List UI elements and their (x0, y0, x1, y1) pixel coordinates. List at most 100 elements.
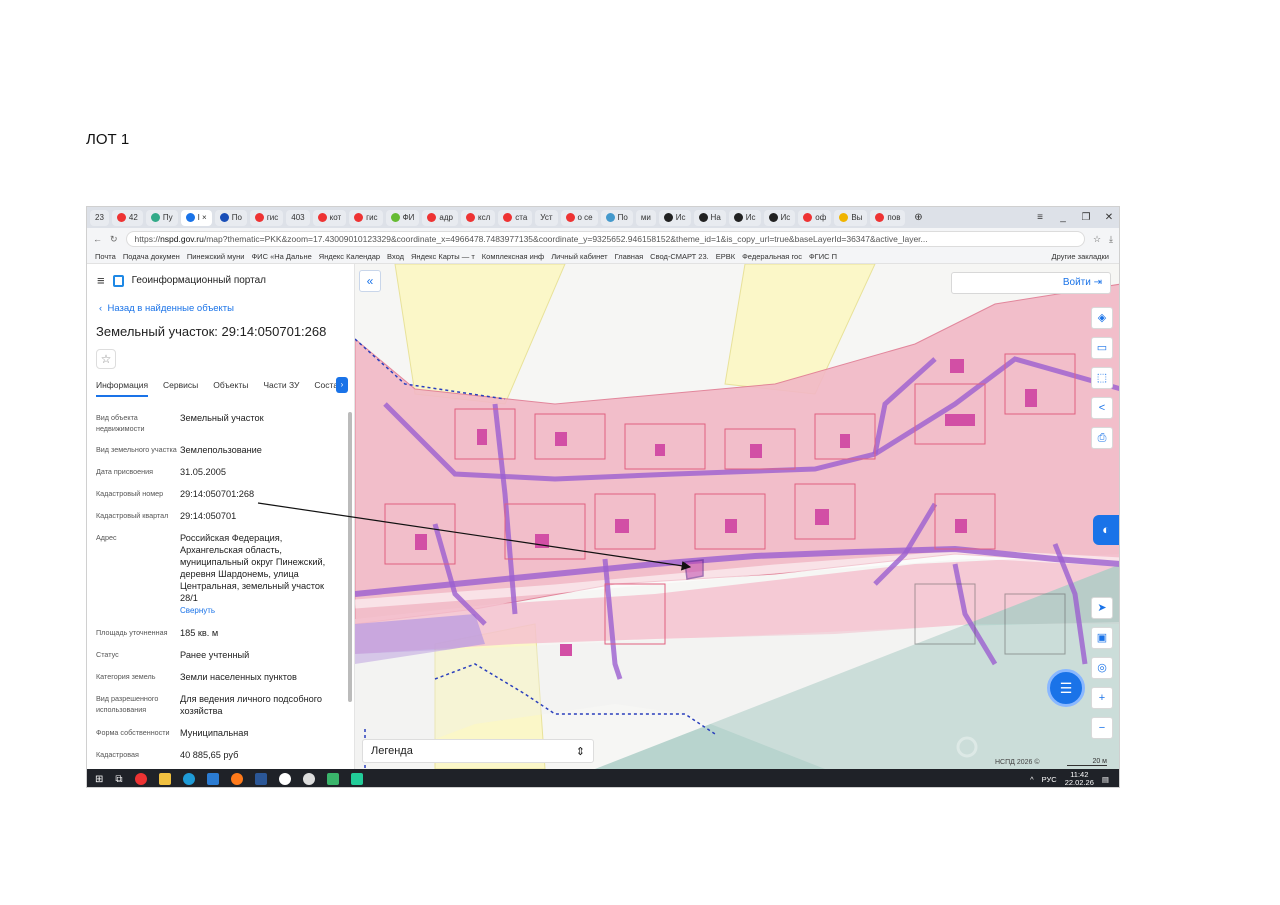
firefox-icon[interactable] (230, 773, 243, 785)
app-icon[interactable] (350, 773, 363, 785)
tab-objects[interactable]: Объекты (213, 380, 248, 397)
browser-tab[interactable]: гис (249, 209, 284, 226)
bookmark-item[interactable]: Личный кабинет (551, 252, 607, 261)
start-icon[interactable]: ⊞ (95, 774, 103, 785)
tab-info[interactable]: Информация (96, 380, 149, 397)
favicon-icon (465, 213, 475, 222)
browser-tab[interactable]: По (600, 209, 633, 226)
bookmark-item[interactable]: Свод-СМАРТ 23. (650, 252, 709, 261)
browser-tab[interactable]: о се (560, 209, 598, 226)
print-icon[interactable]: ⎙ (1091, 427, 1113, 449)
zoom-out-icon[interactable]: − (1091, 717, 1113, 739)
browser-tab[interactable]: гис (349, 209, 383, 226)
layers-icon[interactable]: ◈ (1091, 307, 1113, 329)
tab-parts[interactable]: Части ЗУ (263, 380, 299, 397)
reload-icon[interactable]: ↻ (110, 234, 118, 245)
bookmark-item[interactable]: Подача докумен (123, 252, 180, 261)
back-icon[interactable]: ← (93, 234, 102, 244)
edge-icon[interactable] (182, 773, 195, 785)
browser-tab[interactable]: Ис (728, 209, 761, 226)
selected-parcel-268[interactable] (684, 559, 704, 580)
bookmark-item[interactable]: ФИС «На Дальне (251, 252, 311, 261)
browser-tab[interactable]: ФИ (385, 209, 420, 226)
language-indicator[interactable]: РУС (1042, 775, 1057, 784)
bookmark-item[interactable]: Комплексная инф (482, 252, 544, 261)
share-icon[interactable]: < (1091, 397, 1113, 419)
tab-label: пов (887, 213, 901, 222)
browser-tab[interactable]: Ис (763, 209, 796, 226)
close-icon[interactable]: ✕ (1099, 212, 1119, 223)
assistant-badge-icon[interactable]: ◐ (1093, 515, 1119, 545)
favicon-icon (219, 213, 229, 222)
bookmark-item[interactable]: Яндекс Карты — т (411, 252, 475, 261)
new-tab-button[interactable]: ⊕ (908, 212, 928, 223)
collapse-link[interactable]: Свернуть (180, 606, 215, 615)
app-icon[interactable] (302, 773, 315, 785)
folder-icon[interactable] (158, 773, 171, 785)
image-viewer-icon[interactable] (326, 773, 339, 785)
bookmark-item[interactable]: Яндекс Календар (319, 252, 380, 261)
browser-tab-active[interactable]: I × (180, 209, 212, 226)
browser-tab[interactable]: пов (870, 209, 906, 226)
menu-icon[interactable]: ≡ (1030, 212, 1050, 223)
browser-tab[interactable]: 23 (90, 209, 109, 226)
browser-tab[interactable]: Пу (145, 209, 178, 226)
browser-tab[interactable]: На (693, 209, 726, 226)
windows-taskbar: ⊞ ⧉ ^ РУС 11:42 22.02.26 ▤ (87, 769, 1119, 787)
browser-tab[interactable]: По (214, 209, 247, 226)
browser-tab[interactable]: Уст (535, 209, 558, 226)
bookmark-item[interactable]: Почта (95, 252, 116, 261)
bookmark-item[interactable]: Главная (615, 252, 644, 261)
browser-tab[interactable]: ми (635, 209, 656, 226)
url-field[interactable]: https://nspd.gov.ru/map?thematic=PKK&zoo… (125, 231, 1085, 247)
task-view-icon[interactable]: ⧉ (115, 774, 122, 785)
favorite-star-icon[interactable]: ☆ (96, 349, 116, 369)
hamburger-icon[interactable]: ≡ (97, 273, 105, 288)
property-key: Кадастровый номер (96, 489, 164, 498)
browser-tab[interactable]: адр (422, 209, 458, 226)
panel-scrollbar[interactable] (348, 412, 352, 702)
browser-tab[interactable]: оф (798, 209, 832, 226)
tab-label: Ис (675, 213, 686, 222)
browser-tab[interactable]: 42 (111, 209, 143, 226)
bookmark-item[interactable]: Вход (387, 252, 404, 261)
legend-dropdown[interactable]: Легенда ⇕ (362, 739, 594, 763)
word-icon[interactable] (254, 773, 267, 785)
browser-tab[interactable]: 403 (286, 209, 310, 226)
favicon-icon (803, 213, 813, 222)
bookmark-item[interactable]: Пинежский муни (187, 252, 245, 261)
browser-tab[interactable]: ста (498, 209, 533, 226)
tab-services[interactable]: Сервисы (163, 380, 198, 397)
zoom-in-icon[interactable]: + (1091, 687, 1113, 709)
bookmark-item[interactable]: ЕРВК (716, 252, 735, 261)
minimap-icon[interactable]: ▣ (1091, 627, 1113, 649)
geolocation-icon[interactable]: ◎ (1091, 657, 1113, 679)
chat-icon[interactable]: ☰ (1047, 669, 1085, 707)
property-value-address: Российская Федерация, Архангельская обла… (180, 532, 340, 617)
collapse-panel-button[interactable]: « (359, 270, 381, 292)
browser-tab[interactable]: Вы (834, 209, 868, 226)
browser-tab[interactable]: кот (312, 209, 347, 226)
bookmark-item[interactable]: Федеральная гос (742, 252, 802, 261)
tray-arrow-icon[interactable]: ^ (1030, 775, 1034, 784)
notifications-icon[interactable]: ▤ (1102, 775, 1109, 784)
browser-tab[interactable]: ксл (460, 209, 496, 226)
yandex-browser-icon[interactable] (278, 773, 291, 785)
select-area-icon[interactable]: ⬚ (1091, 367, 1113, 389)
browser-tab[interactable]: Ис (658, 209, 691, 226)
cadastral-map[interactable]: « Войти ⇥ ◈ ▭ ⬚ < ⎙ ◐ ➤ ▣ ◎ + − ☰ Легенд… (355, 264, 1119, 769)
back-link[interactable]: ‹ Назад в найденные объекты (99, 303, 234, 314)
clock[interactable]: 11:42 22.02.26 (1065, 771, 1094, 787)
download-icon[interactable]: ⤓ (1109, 234, 1113, 245)
bookmark-item[interactable]: ФГИС П (809, 252, 837, 261)
ruler-icon[interactable]: ▭ (1091, 337, 1113, 359)
yandex-icon[interactable] (134, 773, 147, 785)
mail-icon[interactable] (206, 773, 219, 785)
tabs-scroll-right-icon[interactable]: › (336, 377, 348, 393)
login-button[interactable]: Войти ⇥ (951, 272, 1111, 294)
minimize-icon[interactable]: _ (1053, 212, 1073, 223)
locate-icon[interactable]: ➤ (1091, 597, 1113, 619)
restore-icon[interactable]: ❐ (1076, 212, 1096, 223)
bookmark-icon[interactable]: ☆ (1093, 234, 1101, 245)
other-bookmarks[interactable]: Другие закладки (1052, 252, 1119, 261)
